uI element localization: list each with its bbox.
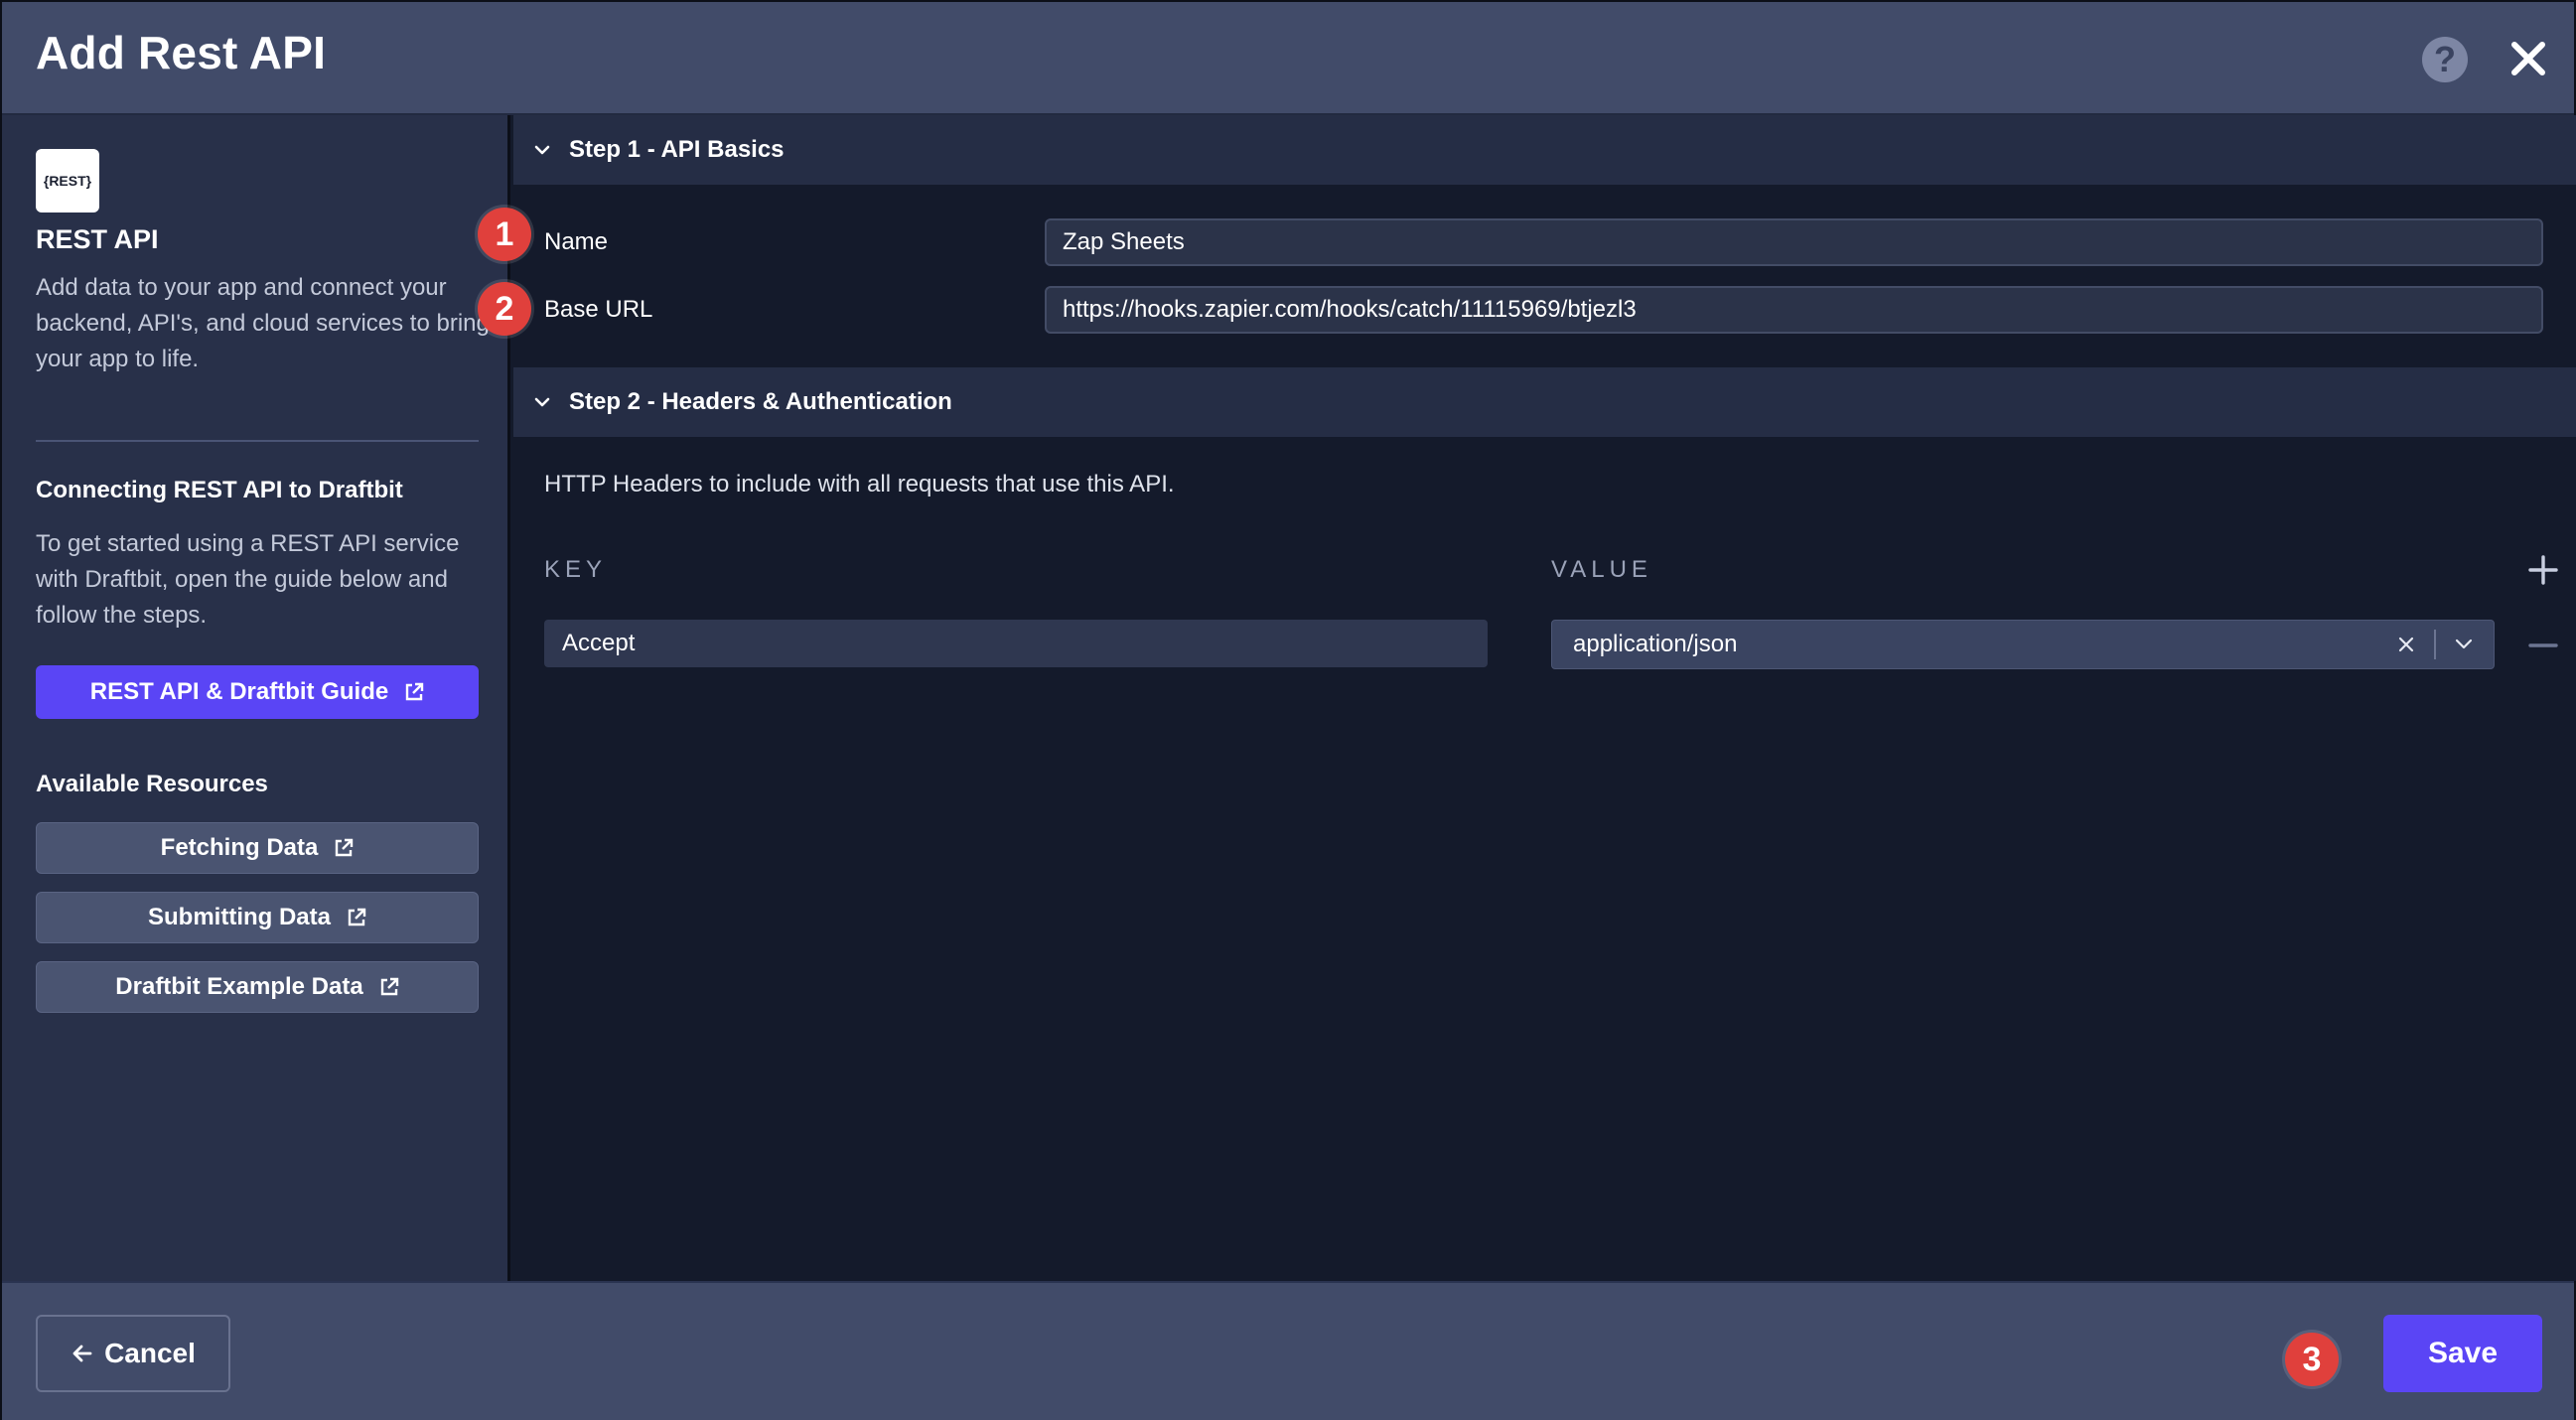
guide-button-label: REST API & Draftbit Guide <box>89 678 389 705</box>
step2-header[interactable]: Step 2 - Headers & Authentication <box>513 367 2576 437</box>
value-column-header: VALUE <box>1551 556 1652 583</box>
clear-icon[interactable] <box>2386 625 2426 664</box>
help-icon[interactable]: ? <box>2422 37 2468 82</box>
submitting-data-button[interactable]: Submitting Data <box>36 892 479 943</box>
dialog-footer: Cancel 3 Save <box>2 1281 2574 1420</box>
resource-label: Submitting Data <box>148 904 331 930</box>
chevron-down-icon <box>534 397 550 407</box>
add-header-icon[interactable] <box>2525 552 2561 588</box>
fetching-data-button[interactable]: Fetching Data <box>36 822 479 874</box>
add-rest-api-dialog: Add Rest API ? {REST} REST API Add data … <box>0 0 2576 1420</box>
header-key-input[interactable] <box>544 620 1488 667</box>
remove-header-icon[interactable] <box>2525 628 2561 663</box>
header-value-text: application/json <box>1573 631 1738 657</box>
cancel-label: Cancel <box>104 1338 196 1368</box>
annotation-badge-3: 3 <box>2285 1333 2339 1386</box>
chevron-down-icon[interactable] <box>2444 625 2484 664</box>
dialog-header: Add Rest API ? <box>2 2 2574 115</box>
annotation-badge-1: 1 <box>478 208 531 261</box>
rest-api-logo: {REST} <box>36 149 99 213</box>
key-column-header: KEY <box>544 556 608 583</box>
step2-title: Step 2 - Headers & Authentication <box>569 388 952 415</box>
header-value-select[interactable]: application/json <box>1551 620 2495 669</box>
external-link-icon <box>380 977 398 996</box>
resource-label: Draftbit Example Data <box>115 973 363 1000</box>
resource-label: Fetching Data <box>160 834 319 861</box>
connect-description: To get started using a REST API service … <box>36 530 460 629</box>
main-panel: Step 1 - API Basics Name Base URL Step 2… <box>513 115 2576 1281</box>
sidebar-divider <box>36 440 479 442</box>
step1-title: Step 1 - API Basics <box>569 136 785 163</box>
info-sidebar: {REST} REST API Add data to your app and… <box>2 115 510 1281</box>
dialog-title: Add Rest API <box>36 27 327 78</box>
headers-hint: HTTP Headers to include with all request… <box>544 471 1175 497</box>
external-link-icon <box>348 908 366 926</box>
draftbit-example-data-button[interactable]: Draftbit Example Data <box>36 961 479 1013</box>
annotation-badge-2: 2 <box>478 282 531 336</box>
rest-api-guide-button[interactable]: REST API & Draftbit Guide <box>36 665 479 719</box>
select-separator <box>2434 630 2436 659</box>
sidebar-description: Add data to your app and connect your ba… <box>36 274 490 372</box>
base-url-label: Base URL <box>544 296 653 323</box>
chevron-down-icon <box>534 145 550 155</box>
base-url-input[interactable] <box>1045 286 2543 334</box>
arrow-left-icon <box>72 1345 92 1362</box>
name-label: Name <box>544 228 609 255</box>
external-link-icon <box>336 838 354 857</box>
name-input[interactable] <box>1045 218 2543 266</box>
save-button[interactable]: Save <box>2383 1315 2542 1392</box>
cancel-button[interactable]: Cancel <box>36 1315 230 1392</box>
close-icon[interactable] <box>2506 34 2550 83</box>
sidebar-title: REST API <box>36 224 159 254</box>
connect-heading: Connecting REST API to Draftbit <box>36 477 403 503</box>
step1-header[interactable]: Step 1 - API Basics <box>513 115 2576 185</box>
external-link-icon <box>406 682 424 701</box>
resources-heading: Available Resources <box>36 771 268 797</box>
